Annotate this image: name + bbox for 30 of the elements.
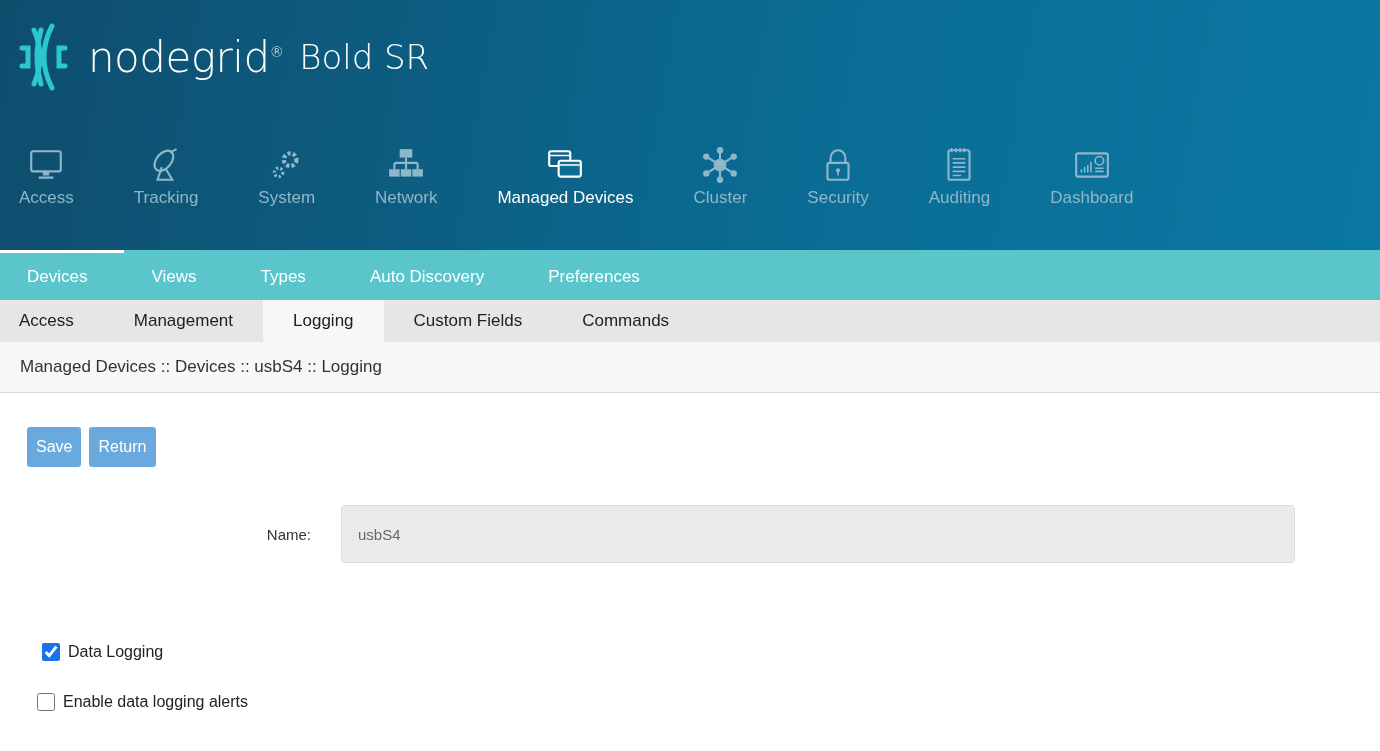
nav-tab[interactable]: Managed Devices [497,146,634,208]
brand-name: nodegrid$^{®}$ [88,32,284,82]
sub-nav-tab[interactable]: Auto Discovery [342,250,522,300]
field-label: Name: [265,525,312,543]
tab[interactable]: Access [0,300,104,342]
save-button[interactable]: Save [27,427,82,467]
cluster-icon [701,146,740,184]
checkbox-label: Enable data logging alerts [63,693,249,711]
nav-tab[interactable]: Network [375,146,438,208]
nav-tab[interactable]: Dashboard [1050,146,1134,208]
tab[interactable]: Management [103,300,264,342]
checkbox-label: Data Logging [68,643,164,661]
sub-nav-tab[interactable]: Types [233,250,343,300]
tab[interactable]: Custom Fields [383,300,553,342]
nav-tab[interactable]: Tracking [133,146,199,208]
checkbox[interactable] [42,643,60,661]
nav-tab[interactable]: Auditing [928,146,991,208]
sub-nav-tab[interactable]: Preferences [521,250,677,300]
checkbox[interactable] [37,693,55,711]
return-button[interactable]: Return [89,427,156,467]
nav-tab[interactable]: System [258,146,316,208]
tab[interactable]: Commands [552,300,700,342]
product-name: Bold SR [299,37,430,77]
nav-tab[interactable]: Access [19,146,74,208]
sub-nav-tab[interactable]: Views [124,250,234,300]
name-input-field[interactable]: usbS4 [341,505,1295,563]
nav-tab[interactable]: Security [807,146,869,208]
breadcrumb: Managed Devices :: Devices :: usbS4 :: Logging [0,342,1380,393]
tab[interactable]: Logging [263,300,384,342]
nav-tab[interactable]: Cluster [693,146,748,208]
